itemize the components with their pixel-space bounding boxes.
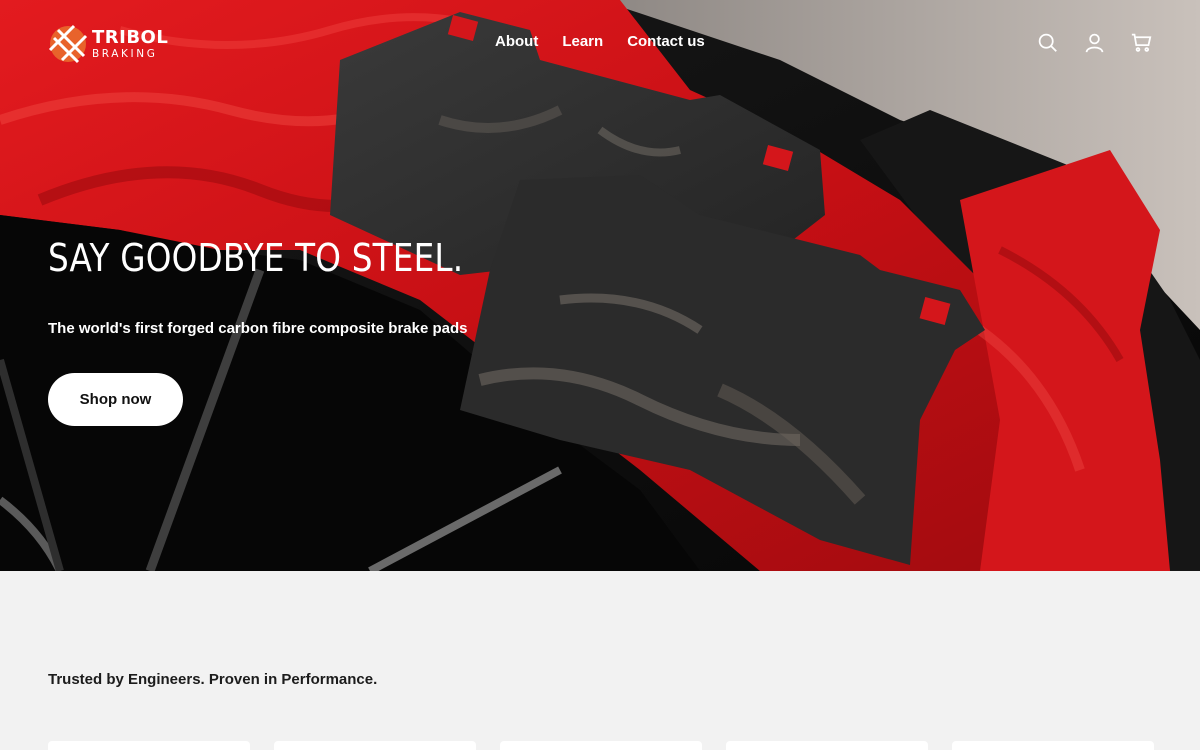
logo-mark-icon [48, 24, 88, 64]
cart-icon[interactable] [1131, 32, 1152, 53]
brand-name: TRIBOL [92, 26, 169, 48]
brand-logo[interactable]: TRIBOL BRAKING [48, 24, 168, 64]
brand-tagline: BRAKING [92, 47, 158, 60]
hero-content: SAY GOODBYE TO STEEL. The world's first … [48, 236, 531, 426]
hero-banner: TRIBOL BRAKING About Learn Contact us SA… [0, 0, 1200, 571]
partner-card[interactable] [726, 741, 928, 750]
partner-card[interactable] [500, 741, 702, 750]
nav-link-about[interactable]: About [495, 33, 538, 50]
header-icons [1037, 32, 1152, 53]
partner-card[interactable] [48, 741, 250, 750]
partner-card[interactable] [274, 741, 476, 750]
search-icon[interactable] [1037, 32, 1058, 53]
hero-subtitle: The world's first forged carbon fibre co… [48, 320, 468, 337]
site-header: TRIBOL BRAKING About Learn Contact us [0, 0, 1200, 86]
shop-now-button[interactable]: Shop now [48, 373, 183, 426]
main-nav: About Learn Contact us [495, 33, 705, 50]
account-icon[interactable] [1084, 32, 1105, 53]
nav-link-learn[interactable]: Learn [562, 33, 603, 50]
trusted-heading: Trusted by Engineers. Proven in Performa… [48, 671, 378, 688]
partner-cards [48, 741, 1154, 750]
partner-card[interactable] [952, 741, 1154, 750]
hero-title: SAY GOODBYE TO STEEL. [48, 236, 464, 280]
nav-link-contact[interactable]: Contact us [627, 33, 705, 50]
